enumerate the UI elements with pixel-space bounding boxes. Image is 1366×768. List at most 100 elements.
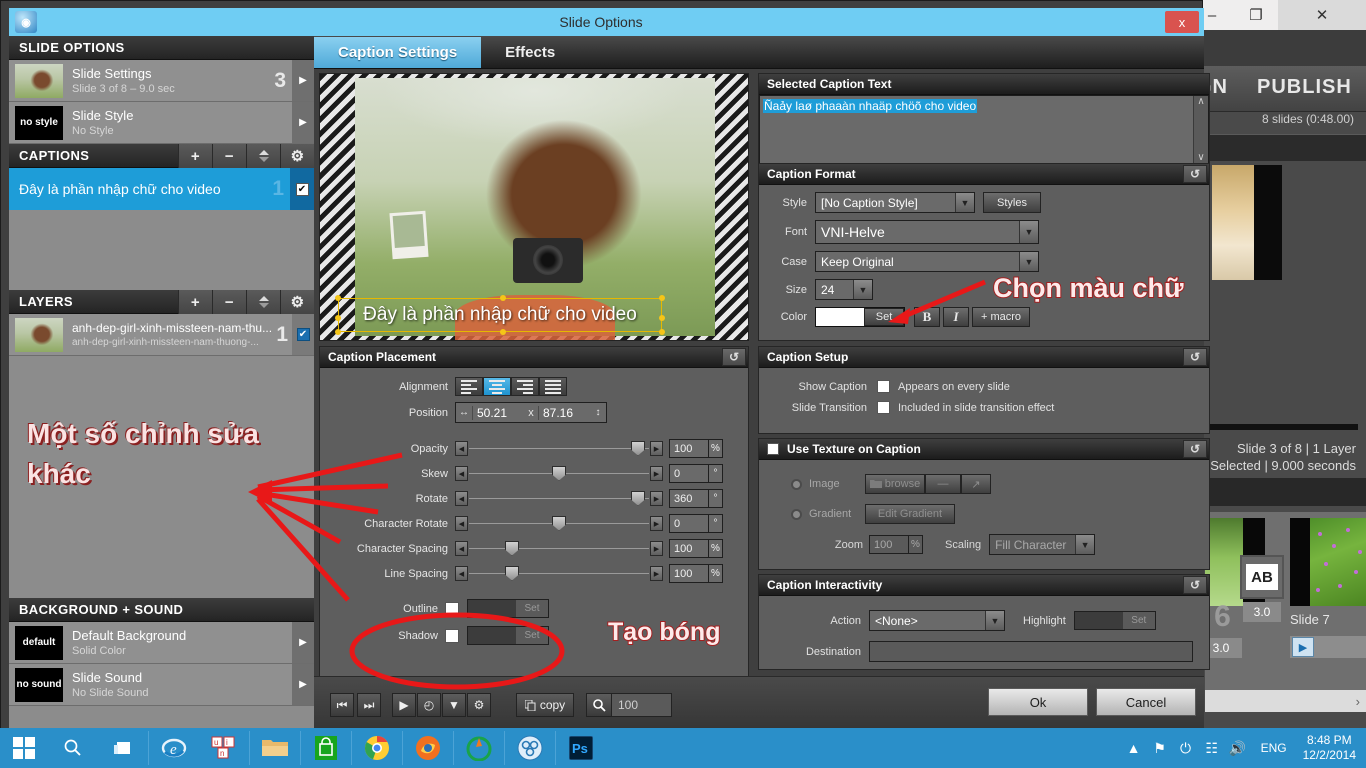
tray-scroll-right[interactable]: › xyxy=(1205,690,1366,712)
add-layer-button[interactable]: + xyxy=(178,290,212,314)
remove-caption-button[interactable]: − xyxy=(212,144,246,168)
resize-handle-tl[interactable] xyxy=(335,295,341,301)
italic-button[interactable]: I xyxy=(943,307,969,327)
font-select[interactable]: VNI-Helve ▼ xyxy=(815,220,1039,244)
chevron-down-icon[interactable]: ▼ xyxy=(985,611,1004,630)
chevron-down-icon[interactable]: ▼ xyxy=(1075,535,1095,554)
chevron-down-icon[interactable]: ▼ xyxy=(1019,252,1038,271)
align-center-button[interactable] xyxy=(483,377,511,396)
caption-text-scrollbar[interactable]: ∧ ∨ xyxy=(1193,96,1208,163)
timing-button[interactable]: ◴ xyxy=(417,693,441,717)
slider-decrement-button[interactable]: ◀ xyxy=(455,466,468,481)
slide-preview[interactable]: Đây là phần nhập chữ cho video xyxy=(319,73,749,341)
slider-thumb[interactable] xyxy=(630,490,645,506)
layer-list-item[interactable]: anh-dep-girl-xinh-missteen-nam-thu... an… xyxy=(9,314,314,356)
toolbar-gear-button[interactable]: ⚙ xyxy=(467,693,491,717)
search-icon[interactable] xyxy=(48,728,98,768)
bold-button[interactable]: B xyxy=(914,307,940,327)
slider-value-input[interactable]: 0 xyxy=(669,464,709,483)
slider-thumb[interactable] xyxy=(552,465,566,481)
slider-increment-button[interactable]: ▶ xyxy=(650,541,663,556)
reset-icon[interactable]: ↺ xyxy=(722,348,746,366)
browse-button[interactable]: browse xyxy=(865,474,925,494)
slider-decrement-button[interactable]: ◀ xyxy=(455,516,468,531)
resize-handle-bc[interactable] xyxy=(500,329,506,335)
color-picker[interactable]: Set xyxy=(815,307,905,327)
slider-value-input[interactable]: 100 xyxy=(669,539,709,558)
maximize-button[interactable]: ❐ xyxy=(1234,0,1278,30)
unikey-icon[interactable]: u i n xyxy=(199,728,249,768)
slider-decrement-button[interactable]: ◀ xyxy=(455,441,468,456)
chevron-right-icon[interactable]: ▶ xyxy=(292,664,314,705)
resize-handle-tr[interactable] xyxy=(659,295,665,301)
remove-layer-button[interactable]: − xyxy=(212,290,246,314)
preview-caption-overlay[interactable]: Đây là phần nhập chữ cho video xyxy=(335,295,665,335)
highlight-color-picker[interactable]: Set xyxy=(1073,611,1156,630)
texture-expand-button[interactable]: ↗ xyxy=(961,474,991,494)
size-select[interactable]: 24 ▼ xyxy=(815,279,873,300)
reorder-caption-button[interactable] xyxy=(246,144,280,168)
slider-track[interactable] xyxy=(469,498,649,499)
volume-icon[interactable]: 🔊 xyxy=(1225,728,1251,768)
captions-settings-gear-button[interactable]: ⚙ xyxy=(280,144,314,168)
slider-increment-button[interactable]: ▶ xyxy=(650,491,663,506)
slider-control[interactable]: ◀ ▶ xyxy=(455,465,663,483)
slider-control[interactable]: ◀ ▶ xyxy=(455,565,663,583)
chevron-down-icon[interactable]: ▼ xyxy=(1019,221,1038,243)
store-icon[interactable] xyxy=(301,728,351,768)
transition-duration[interactable]: 3.0 xyxy=(1243,602,1281,622)
outline-set-button[interactable]: Set xyxy=(516,600,548,617)
slide-6-thumbnail[interactable] xyxy=(1205,518,1243,606)
slider-thumb[interactable] xyxy=(630,440,645,456)
sidebar-item-slide-sound[interactable]: no sound Slide Sound No Slide Sound ▶ xyxy=(9,664,314,706)
proshow-icon[interactable] xyxy=(454,728,504,768)
reset-icon[interactable]: ↺ xyxy=(1183,348,1207,366)
resize-handle-mr[interactable] xyxy=(659,315,665,321)
zoom-level-input[interactable]: 100 xyxy=(612,693,672,717)
slider-increment-button[interactable]: ▶ xyxy=(650,466,663,481)
scroll-down-icon[interactable]: ∨ xyxy=(1197,152,1204,163)
scroll-up-icon[interactable]: ∧ xyxy=(1197,96,1204,107)
internet-explorer-icon[interactable]: e xyxy=(149,728,199,768)
style-select[interactable]: [No Caption Style] ▼ xyxy=(815,192,975,213)
outline-checkbox[interactable] xyxy=(445,601,459,616)
resize-handle-ml[interactable] xyxy=(335,315,341,321)
start-button[interactable] xyxy=(0,728,48,768)
resize-handle-bl[interactable] xyxy=(335,329,341,335)
position-y-input[interactable]: 87.16 xyxy=(538,405,590,420)
shadow-set-button[interactable]: Set xyxy=(516,627,548,644)
resize-handle-br[interactable] xyxy=(659,329,665,335)
play-button[interactable]: ▶ xyxy=(392,693,416,717)
slider-track[interactable] xyxy=(469,548,649,549)
close-button[interactable]: ✕ xyxy=(1278,0,1366,30)
slider-thumb[interactable] xyxy=(552,515,566,531)
case-select[interactable]: Keep Original ▼ xyxy=(815,251,1039,272)
color-set-button[interactable]: Set xyxy=(864,308,904,326)
slider-control[interactable]: ◀ ▶ xyxy=(455,540,663,558)
flag-icon[interactable]: ⚑ xyxy=(1147,728,1173,768)
image-radio[interactable] xyxy=(791,478,802,490)
first-slide-button[interactable]: ⏮ xyxy=(330,693,354,717)
zoom-input[interactable]: 100 xyxy=(869,535,909,554)
slider-decrement-button[interactable]: ◀ xyxy=(455,491,468,506)
ok-button[interactable]: Ok xyxy=(988,688,1088,716)
chrome-icon[interactable] xyxy=(352,728,402,768)
color-swatch[interactable] xyxy=(816,308,864,326)
chevron-right-icon[interactable]: ▶ xyxy=(292,622,314,663)
destination-input[interactable] xyxy=(869,641,1193,662)
reset-icon[interactable]: ↺ xyxy=(1183,165,1207,183)
tab-effects[interactable]: Effects xyxy=(481,37,579,68)
reset-icon[interactable]: ↺ xyxy=(1183,576,1207,594)
slider-decrement-button[interactable]: ◀ xyxy=(455,566,468,581)
tab-caption-settings[interactable]: Caption Settings xyxy=(314,37,482,68)
shield-button[interactable]: ▼ xyxy=(442,693,466,717)
proshow-producer-icon[interactable] xyxy=(505,728,555,768)
slider-increment-button[interactable]: ▶ xyxy=(650,566,663,581)
slider-value-input[interactable]: 360 xyxy=(669,489,709,508)
search-icon[interactable] xyxy=(586,693,612,717)
slider-decrement-button[interactable]: ◀ xyxy=(455,541,468,556)
resize-handle-tc[interactable] xyxy=(500,295,506,301)
network-icon[interactable]: ☷ xyxy=(1199,728,1225,768)
cancel-button[interactable]: Cancel xyxy=(1096,688,1196,716)
position-x-input[interactable]: 50.21 xyxy=(472,405,524,420)
